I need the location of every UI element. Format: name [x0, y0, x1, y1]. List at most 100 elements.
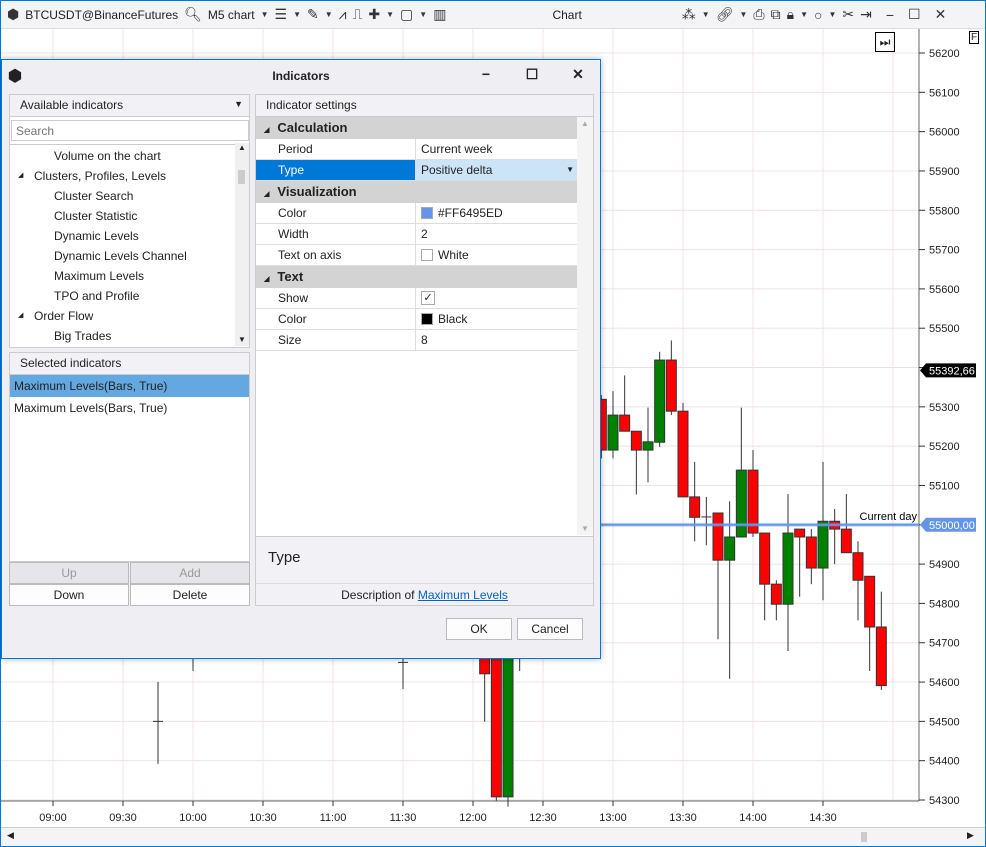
- tree-item[interactable]: ◢ Clusters, Profiles, Levels: [10, 166, 249, 186]
- property-row[interactable]: Size 8: [256, 330, 578, 351]
- copy-icon[interactable]: ⧉: [771, 6, 781, 23]
- time-tick-label: 09:30: [109, 812, 137, 824]
- tree-item[interactable]: Dynamic Levels: [10, 226, 249, 246]
- selected-indicator-item[interactable]: Maximum Levels(Bars, True): [10, 397, 249, 419]
- property-value[interactable]: ✓: [416, 288, 578, 308]
- close-icon[interactable]: ✕: [566, 66, 590, 83]
- tree-item[interactable]: Dynamic Levels Channel: [10, 246, 249, 266]
- tree-item[interactable]: Cluster Statistic: [10, 206, 249, 226]
- chevron-down-icon[interactable]: ▼: [325, 10, 333, 19]
- close-icon[interactable]: ✕: [935, 6, 947, 23]
- lock-icon[interactable]: 🔒︎: [787, 6, 794, 23]
- property-value[interactable]: Current week: [416, 139, 578, 159]
- property-value[interactable]: Black: [416, 309, 578, 329]
- property-value[interactable]: 8: [416, 330, 578, 350]
- up-button[interactable]: Up: [9, 562, 129, 584]
- symbol-selector[interactable]: BTCUSDT@BinanceFutures: [25, 8, 178, 22]
- search-icon[interactable]: 🔍︎: [184, 6, 202, 23]
- object-icon[interactable]: ⎍: [353, 6, 363, 23]
- color-swatch[interactable]: [421, 207, 433, 219]
- link-icon[interactable]: 🔗︎: [716, 6, 734, 23]
- chevron-down-icon[interactable]: ▼: [234, 99, 243, 109]
- property-row[interactable]: Show ✓: [256, 288, 578, 309]
- expand-arrow-icon[interactable]: ◢: [18, 166, 23, 186]
- available-indicators-dropdown[interactable]: Available indicators ▼: [10, 95, 249, 117]
- settings-scrollbar[interactable]: ▲ ▼: [577, 117, 593, 535]
- panel-icon[interactable]: ▥: [433, 6, 446, 23]
- indicator-icon[interactable]: ⩘: [339, 6, 347, 23]
- window-icon[interactable]: ▢: [400, 6, 413, 23]
- scroll-left-icon[interactable]: ◀: [7, 830, 14, 841]
- color-swatch[interactable]: [421, 313, 433, 325]
- group-header[interactable]: ◢ Text: [256, 266, 578, 288]
- chevron-down-icon[interactable]: ▼: [828, 10, 836, 19]
- chevron-down-icon[interactable]: ▼: [386, 10, 394, 19]
- scroll-thumb[interactable]: [861, 832, 867, 842]
- price-tick-label: 54400: [929, 756, 960, 768]
- description-link[interactable]: Maximum Levels: [418, 588, 508, 602]
- cancel-button[interactable]: Cancel: [517, 618, 583, 640]
- search-input[interactable]: [11, 120, 249, 141]
- f-icon[interactable]: F: [969, 31, 980, 44]
- pencil-icon[interactable]: ✎: [307, 6, 319, 23]
- scroll-right-icon[interactable]: ▶: [967, 830, 974, 841]
- minimize-icon[interactable]: −: [474, 66, 498, 82]
- tree-item[interactable]: ◢ Order Flow: [10, 306, 249, 326]
- delete-button[interactable]: Delete: [130, 584, 250, 606]
- last-price-label: 55392,66: [929, 365, 975, 377]
- tree-item[interactable]: Big Trades: [10, 326, 249, 346]
- cursor-icon[interactable]: ⁂: [682, 6, 696, 23]
- tree-scrollbar[interactable]: ▲ ▼: [235, 143, 249, 346]
- property-row[interactable]: Color Black: [256, 309, 578, 330]
- tree-item[interactable]: TPO and Profile: [10, 286, 249, 306]
- price-tick-label: 56100: [929, 87, 960, 99]
- chevron-down-icon[interactable]: ▼: [739, 10, 747, 19]
- crosshair-icon[interactable]: ✚: [368, 6, 380, 23]
- maximize-icon[interactable]: ☐: [908, 6, 921, 23]
- price-tick-label: 54800: [929, 598, 960, 610]
- property-row[interactable]: Text on axis White: [256, 245, 578, 266]
- down-button[interactable]: Down: [9, 584, 129, 606]
- pin-icon[interactable]: ⇥: [860, 6, 872, 23]
- property-value[interactable]: #FF6495ED: [416, 203, 578, 223]
- tree-item[interactable]: Cluster Search: [10, 186, 249, 206]
- color-swatch[interactable]: [421, 249, 433, 261]
- candle-body: [490, 658, 502, 798]
- group-header[interactable]: ◢ Visualization: [256, 181, 578, 203]
- chevron-down-icon[interactable]: ▼: [419, 10, 427, 19]
- property-value[interactable]: Positive delta ▼: [416, 160, 578, 180]
- collapse-arrow-icon[interactable]: ◢: [264, 276, 269, 283]
- chevron-down-icon[interactable]: ▼: [702, 10, 710, 19]
- chevron-down-icon[interactable]: ▼: [261, 10, 269, 19]
- selected-indicator-item[interactable]: Maximum Levels(Bars, True): [10, 375, 249, 397]
- tree-item[interactable]: Volume on the chart: [10, 146, 249, 166]
- collapse-arrow-icon[interactable]: ◢: [264, 127, 269, 134]
- add-button[interactable]: Add: [130, 562, 250, 584]
- scroll-to-end-button[interactable]: ⏭: [875, 32, 895, 52]
- maximize-icon[interactable]: ☐: [520, 66, 544, 83]
- property-row[interactable]: Width 2: [256, 224, 578, 245]
- property-value[interactable]: 2: [416, 224, 578, 244]
- horizontal-scrollbar[interactable]: ◀ ▶: [1, 827, 985, 846]
- template-icon[interactable]: ☰: [275, 6, 288, 23]
- circle-icon[interactable]: ○: [814, 7, 822, 23]
- group-header[interactable]: ◢ Calculation: [256, 117, 578, 139]
- property-row[interactable]: Type Positive delta ▼: [256, 160, 578, 181]
- timeframe-selector[interactable]: M5 chart: [208, 8, 255, 22]
- ok-button[interactable]: OK: [446, 618, 512, 640]
- property-row[interactable]: Period Current week: [256, 139, 578, 160]
- minimize-icon[interactable]: −: [886, 7, 894, 23]
- expand-arrow-icon[interactable]: ◢: [18, 306, 23, 326]
- collapse-arrow-icon[interactable]: ◢: [264, 191, 269, 198]
- property-row[interactable]: Color #FF6495ED: [256, 203, 578, 224]
- property-value[interactable]: White: [416, 245, 578, 265]
- tools-icon[interactable]: ✂: [842, 6, 854, 23]
- chevron-down-icon[interactable]: ▼: [293, 10, 301, 19]
- chevron-down-icon[interactable]: ▼: [800, 10, 808, 19]
- camera-icon[interactable]: ⎙: [753, 6, 764, 23]
- dialog-titlebar[interactable]: ⬢ Indicators − ☐ ✕: [2, 60, 600, 92]
- show-checkbox[interactable]: ✓: [421, 291, 435, 305]
- tree-item[interactable]: Maximum Levels: [10, 266, 249, 286]
- property-name: Show: [256, 288, 416, 308]
- chevron-down-icon[interactable]: ▼: [566, 160, 574, 180]
